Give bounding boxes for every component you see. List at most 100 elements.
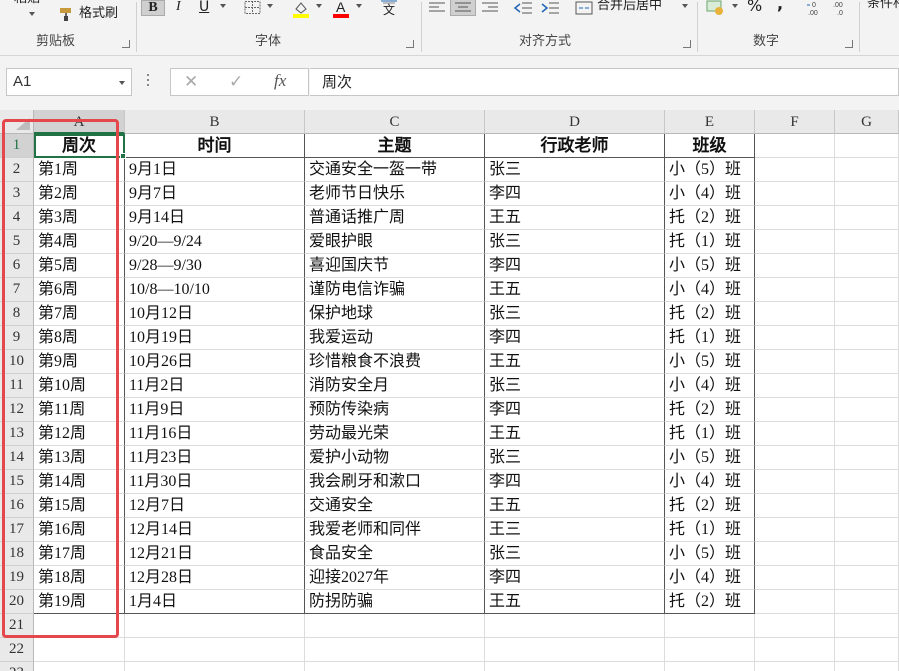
table-cell[interactable] — [755, 302, 835, 326]
table-cell[interactable] — [835, 590, 899, 614]
table-cell[interactable] — [835, 350, 899, 374]
table-cell[interactable]: 谨防电信诈骗 — [305, 278, 485, 302]
increase-indent-icon[interactable] — [540, 0, 560, 19]
table-cell[interactable]: 第16周 — [34, 518, 125, 542]
table-cell[interactable] — [755, 278, 835, 302]
table-cell[interactable] — [755, 134, 835, 158]
table-cell[interactable] — [755, 494, 835, 518]
table-cell[interactable]: 小（4）班 — [665, 182, 755, 206]
table-cell[interactable]: 第15周 — [34, 494, 125, 518]
table-cell[interactable]: 第2周 — [34, 182, 125, 206]
underline-dropdown-caret[interactable] — [220, 4, 226, 8]
table-cell[interactable]: 托（2）班 — [665, 302, 755, 326]
table-cell[interactable] — [835, 446, 899, 470]
row-header[interactable]: 9 — [0, 326, 34, 350]
row-header[interactable]: 6 — [0, 254, 34, 278]
table-cell[interactable]: 托（1）班 — [665, 326, 755, 350]
table-cell[interactable]: 张三 — [485, 302, 665, 326]
paste-dropdown-caret[interactable] — [29, 12, 35, 16]
table-cell[interactable] — [755, 398, 835, 422]
table-cell[interactable] — [755, 254, 835, 278]
row-header[interactable]: 13 — [0, 422, 34, 446]
row-header[interactable]: 10 — [0, 350, 34, 374]
table-cell[interactable] — [835, 470, 899, 494]
table-cell[interactable] — [755, 614, 835, 638]
table-cell[interactable]: 第8周 — [34, 326, 125, 350]
table-cell[interactable] — [665, 638, 755, 662]
table-cell[interactable]: 食品安全 — [305, 542, 485, 566]
table-cell[interactable]: 王三 — [485, 518, 665, 542]
table-cell[interactable]: 预防传染病 — [305, 398, 485, 422]
row-header[interactable]: 17 — [0, 518, 34, 542]
table-cell[interactable]: 李四 — [485, 254, 665, 278]
table-cell[interactable]: 珍惜粮食不浪费 — [305, 350, 485, 374]
insert-function-icon[interactable]: fx — [274, 71, 286, 91]
header-cell[interactable]: 主题 — [305, 134, 485, 158]
table-cell[interactable]: 消防安全月 — [305, 374, 485, 398]
font-color-icon[interactable]: A — [332, 0, 350, 22]
italic-button[interactable]: I — [176, 0, 181, 15]
table-cell[interactable] — [755, 518, 835, 542]
table-cell[interactable] — [485, 662, 665, 671]
table-cell[interactable]: 保护地球 — [305, 302, 485, 326]
row-header[interactable]: 8 — [0, 302, 34, 326]
column-header-b[interactable]: B — [125, 110, 305, 134]
table-cell[interactable] — [34, 614, 125, 638]
merge-center-button[interactable]: 合并后居中 — [597, 0, 662, 14]
table-cell[interactable] — [835, 638, 899, 662]
table-cell[interactable] — [835, 422, 899, 446]
table-cell[interactable]: 小（4）班 — [665, 374, 755, 398]
table-cell[interactable]: 李四 — [485, 398, 665, 422]
table-cell[interactable]: 12月7日 — [125, 494, 305, 518]
align-center-icon[interactable] — [450, 0, 476, 16]
column-header-d[interactable]: D — [485, 110, 665, 134]
table-cell[interactable] — [835, 182, 899, 206]
table-cell[interactable]: 9/20—9/24 — [125, 230, 305, 254]
merge-center-dropdown-caret[interactable] — [682, 4, 688, 8]
column-header-f[interactable]: F — [755, 110, 835, 134]
table-cell[interactable]: 小（4）班 — [665, 470, 755, 494]
row-header[interactable]: 20 — [0, 590, 34, 614]
table-cell[interactable]: 托（1）班 — [665, 230, 755, 254]
table-cell[interactable]: 防拐防骗 — [305, 590, 485, 614]
underline-button[interactable]: U — [199, 0, 209, 15]
table-cell[interactable] — [755, 206, 835, 230]
table-cell[interactable]: 老师节日快乐 — [305, 182, 485, 206]
table-cell[interactable] — [835, 254, 899, 278]
table-cell[interactable]: 张三 — [485, 374, 665, 398]
column-header-g[interactable]: G — [835, 110, 899, 134]
table-cell[interactable]: 交通安全一盔一带 — [305, 158, 485, 182]
table-cell[interactable] — [755, 326, 835, 350]
table-cell[interactable]: 10/8—10/10 — [125, 278, 305, 302]
font-color-dropdown-caret[interactable] — [356, 4, 362, 8]
table-cell[interactable]: 9月7日 — [125, 182, 305, 206]
fill-handle[interactable] — [120, 153, 126, 159]
table-cell[interactable]: 托（1）班 — [665, 518, 755, 542]
table-cell[interactable]: 小（5）班 — [665, 350, 755, 374]
table-cell[interactable] — [755, 662, 835, 671]
table-cell[interactable] — [665, 614, 755, 638]
table-cell[interactable]: 李四 — [485, 326, 665, 350]
name-box-dropdown-caret[interactable] — [119, 81, 125, 85]
table-cell[interactable]: 托（2）班 — [665, 398, 755, 422]
row-header[interactable]: 11 — [0, 374, 34, 398]
table-cell[interactable] — [485, 614, 665, 638]
table-cell[interactable]: 第17周 — [34, 542, 125, 566]
row-header[interactable]: 3 — [0, 182, 34, 206]
table-cell[interactable] — [835, 326, 899, 350]
header-cell[interactable]: 周次 — [34, 134, 125, 158]
table-cell[interactable]: 11月9日 — [125, 398, 305, 422]
table-cell[interactable]: 我爱老师和同伴 — [305, 518, 485, 542]
table-cell[interactable]: 第11周 — [34, 398, 125, 422]
table-cell[interactable]: 托（2）班 — [665, 494, 755, 518]
increase-decimal-icon[interactable]: 0.00 — [806, 0, 828, 20]
table-cell[interactable]: 张三 — [485, 230, 665, 254]
table-cell[interactable]: 10月12日 — [125, 302, 305, 326]
table-cell[interactable]: 第14周 — [34, 470, 125, 494]
table-cell[interactable] — [755, 446, 835, 470]
table-cell[interactable]: 第13周 — [34, 446, 125, 470]
table-cell[interactable] — [34, 638, 125, 662]
merge-center-icon[interactable] — [575, 0, 593, 19]
accounting-format-icon[interactable] — [705, 0, 725, 20]
align-right-icon[interactable] — [481, 0, 499, 19]
